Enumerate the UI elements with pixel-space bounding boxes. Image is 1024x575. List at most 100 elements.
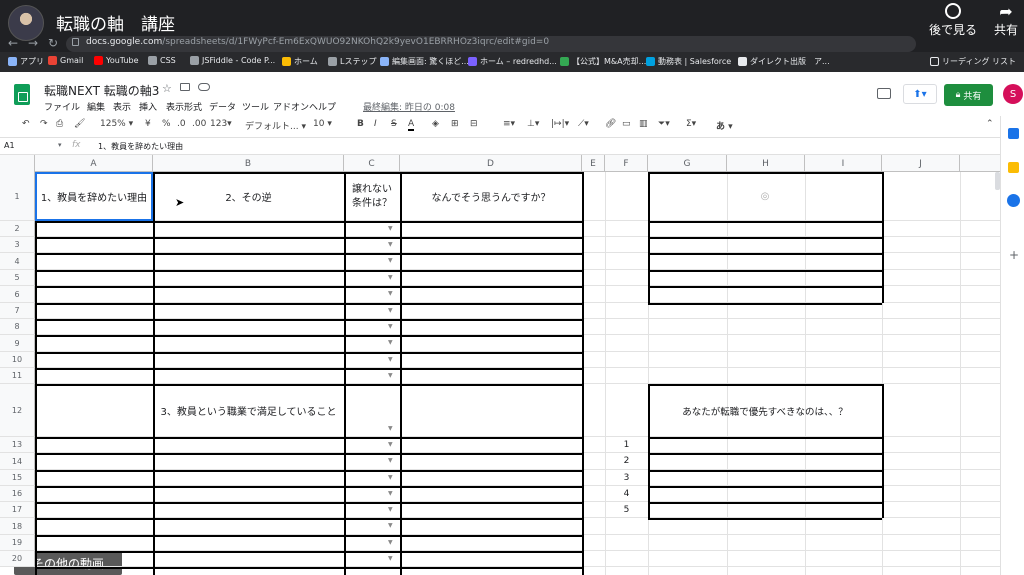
select-all-corner[interactable] <box>0 155 35 172</box>
column-header[interactable]: C <box>344 155 400 172</box>
functions-icon[interactable]: Σ▾ <box>686 119 696 129</box>
dropdown-arrow-icon[interactable]: ▼ <box>388 490 393 497</box>
column-header[interactable]: B <box>153 155 344 172</box>
sheets-logo-icon[interactable] <box>14 84 30 105</box>
menu-item[interactable]: アドオン <box>273 100 309 113</box>
row-header[interactable]: 7 <box>0 303 35 319</box>
sheet-share-button[interactable]: 🔒︎ 共有 <box>944 84 993 106</box>
bookmark-item[interactable]: ダイレクト出版 ア... <box>738 56 830 67</box>
column-header[interactable]: E <box>582 155 605 172</box>
document-title[interactable]: 転職NEXT 転職の軸3 <box>44 82 159 99</box>
column-header[interactable]: A <box>35 155 153 172</box>
insert-link-icon[interactable]: 🔗︎ <box>605 119 616 129</box>
reload-icon[interactable]: ↻ <box>48 36 58 50</box>
strikethrough-button[interactable]: S <box>391 119 397 129</box>
present-button[interactable]: ⬆▾ <box>903 84 937 104</box>
menu-item[interactable]: 表示形式 <box>166 100 202 113</box>
menu-item[interactable]: ツール <box>242 100 269 113</box>
column-header[interactable]: D <box>400 155 582 172</box>
text-rotation-icon[interactable]: ⟋▾ <box>578 119 589 129</box>
row-header[interactable]: 3 <box>0 237 35 253</box>
cell-c1[interactable]: 譲れない 条件は？ <box>344 172 400 221</box>
last-edit-link[interactable]: 最終編集: 昨日の 0:08 <box>363 100 455 113</box>
dropdown-arrow-icon[interactable]: ▼ <box>388 506 393 513</box>
add-addon-icon[interactable]: + <box>1009 248 1019 262</box>
keep-addon-icon[interactable] <box>1008 162 1019 173</box>
bookmark-item[interactable]: アプリ <box>8 56 44 67</box>
cell-f-number[interactable]: 3 <box>605 470 648 486</box>
dropdown-arrow-icon[interactable]: ▼ <box>388 323 393 330</box>
video-title[interactable]: 転職の軸 講座 <box>56 10 175 35</box>
row-header[interactable]: 5 <box>0 270 35 286</box>
vertical-align-icon[interactable]: ⊥▾ <box>527 119 539 129</box>
row-header[interactable]: 9 <box>0 335 35 352</box>
column-header[interactable]: G <box>648 155 727 172</box>
bold-button[interactable]: B <box>357 119 364 129</box>
dropdown-arrow-icon[interactable]: ▼ <box>388 372 393 379</box>
forward-icon[interactable]: → <box>28 36 38 50</box>
bookmark-item[interactable]: CSS <box>148 56 176 65</box>
row-header[interactable]: 14 <box>0 453 35 470</box>
column-header[interactable]: J <box>882 155 960 172</box>
formula-input[interactable]: 1、教員を辞めたい理由 <box>98 141 183 152</box>
decrease-decimal-button[interactable]: .0 <box>177 119 186 129</box>
menu-item[interactable]: 挿入 <box>139 100 157 113</box>
column-header[interactable]: H <box>727 155 805 172</box>
menu-item[interactable]: 編集 <box>87 100 105 113</box>
dropdown-arrow-icon[interactable]: ▼ <box>388 257 393 264</box>
insert-chart-icon[interactable]: ▥ <box>639 119 648 129</box>
row-header[interactable]: 1 <box>0 172 35 221</box>
increase-decimal-button[interactable]: .00 <box>192 119 206 129</box>
row-header[interactable]: 16 <box>0 486 35 502</box>
row-header[interactable]: 13 <box>0 437 35 453</box>
input-tools-button[interactable]: あ ▾ <box>716 119 733 132</box>
menu-item[interactable]: ヘルプ <box>309 100 336 113</box>
text-color-button[interactable]: A <box>408 119 415 131</box>
dropdown-arrow-icon[interactable]: ▼ <box>388 356 393 363</box>
reading-list-button[interactable]: リーディング リスト <box>930 56 1016 67</box>
cell-f-number[interactable]: 5 <box>605 502 648 518</box>
row-header[interactable]: 17 <box>0 502 35 518</box>
merge-cells-icon[interactable]: ⊟ <box>470 119 478 129</box>
column-header[interactable]: F <box>605 155 648 172</box>
back-icon[interactable]: ← <box>8 36 18 50</box>
row-header[interactable]: 4 <box>0 253 35 270</box>
bookmark-item[interactable]: Lステップ <box>328 56 376 67</box>
dropdown-arrow-icon[interactable]: ▼ <box>388 225 393 232</box>
borders-icon[interactable]: ⊞ <box>451 119 459 129</box>
dropdown-arrow-icon[interactable]: ▼ <box>388 290 393 297</box>
url-text[interactable]: docs.google.com/spreadsheets/d/1FWyPcf-E… <box>86 37 549 47</box>
name-box[interactable]: A1 <box>4 141 15 150</box>
row-header[interactable]: 18 <box>0 518 35 535</box>
user-avatar[interactable]: S <box>1003 84 1023 104</box>
more-formats-button[interactable]: 123▾ <box>210 119 232 129</box>
menu-item[interactable]: ファイル <box>44 100 80 113</box>
bookmark-item[interactable]: ホーム – redredhd... <box>468 56 557 67</box>
dropdown-arrow-icon[interactable]: ▼ <box>388 425 393 432</box>
row-header[interactable]: 15 <box>0 470 35 486</box>
dropdown-arrow-icon[interactable]: ▼ <box>388 241 393 248</box>
row-header[interactable]: 20 <box>0 551 35 567</box>
video-share-button[interactable]: ➦ 共有 <box>990 3 1022 38</box>
row-header[interactable]: 2 <box>0 221 35 237</box>
cell-f-number[interactable]: 2 <box>605 453 648 469</box>
cell-b12[interactable]: 3、教員という職業で満足していること <box>153 384 344 437</box>
row-header[interactable]: 12 <box>0 384 35 437</box>
dropdown-arrow-icon[interactable]: ▼ <box>388 274 393 281</box>
cell-f-number[interactable]: 4 <box>605 486 648 502</box>
dropdown-arrow-icon[interactable]: ▼ <box>388 457 393 464</box>
cell-b1[interactable]: 2、その逆 <box>153 172 344 221</box>
currency-button[interactable]: ¥ <box>145 119 151 129</box>
row-header[interactable]: 19 <box>0 535 35 551</box>
menu-item[interactable]: 表示 <box>113 100 131 113</box>
cell-f-number[interactable]: 1 <box>605 437 648 453</box>
name-box-dropdown-icon[interactable]: ▾ <box>58 141 62 149</box>
dropdown-arrow-icon[interactable]: ▼ <box>388 307 393 314</box>
italic-button[interactable]: I <box>374 119 377 129</box>
menu-item[interactable]: データ <box>209 100 236 113</box>
column-header[interactable]: I <box>805 155 882 172</box>
bookmark-item[interactable]: ホーム <box>282 56 318 67</box>
star-icon[interactable]: ☆ <box>162 82 172 95</box>
bookmark-item[interactable]: JSFiddle - Code P... <box>190 56 275 65</box>
comment-history-icon[interactable] <box>877 88 891 99</box>
